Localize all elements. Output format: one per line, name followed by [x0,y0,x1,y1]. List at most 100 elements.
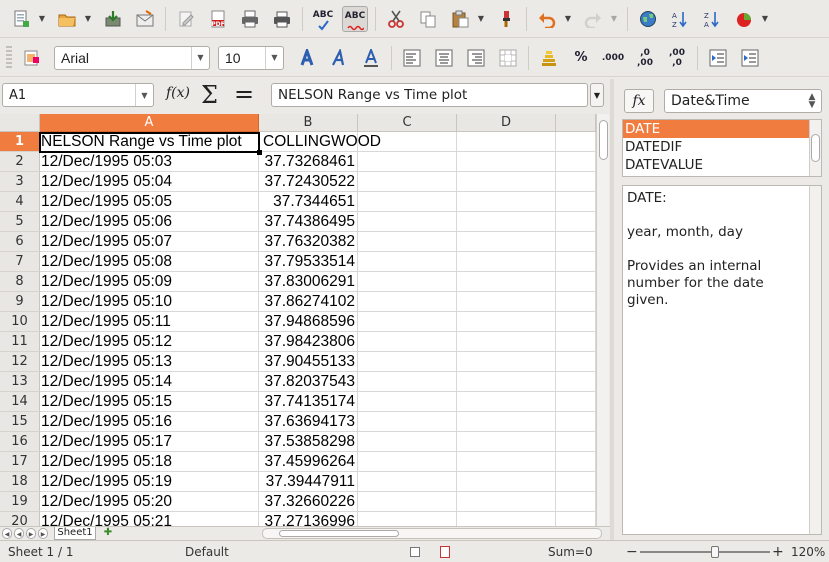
cell-e[interactable] [556,412,596,432]
align-center-icon[interactable] [431,45,457,71]
cell-d[interactable] [457,132,556,152]
cell-b[interactable]: 37.79533514 [259,252,358,272]
cell-e[interactable] [556,312,596,332]
row-header[interactable]: 10 [0,312,40,332]
cell-a[interactable]: 12/Dec/1995 05:03 [40,152,259,172]
cell-c[interactable] [358,472,457,492]
zoom-slider-thumb[interactable] [711,546,719,558]
cell-b[interactable]: 37.98423806 [259,332,358,352]
cell-d[interactable] [457,172,556,192]
cell-e[interactable] [556,452,596,472]
zoom-slider[interactable] [640,551,770,553]
increase-indent-icon[interactable] [737,45,763,71]
description-scrollbar[interactable] [809,186,821,534]
function-list-scrollbar[interactable] [809,120,821,176]
cell-a[interactable]: 12/Dec/1995 05:04 [40,172,259,192]
select-all-corner[interactable] [0,114,40,132]
send-email-icon[interactable] [132,6,158,32]
font-size-select[interactable]: 10 ▼ [218,45,284,70]
currency-icon[interactable] [536,45,562,71]
cell-c[interactable] [358,312,457,332]
cell-a[interactable]: 12/Dec/1995 05:14 [40,372,259,392]
undo-icon[interactable] [534,6,560,32]
delete-decimal-button[interactable]: ,00 ,0 [664,45,690,71]
chart-icon[interactable] [731,6,757,32]
align-right-icon[interactable] [463,45,489,71]
cell-b[interactable]: 37.76320382 [259,232,358,252]
copy-icon[interactable] [415,6,441,32]
name-box[interactable]: A1 ▼ [2,83,154,107]
row-header[interactable]: 8 [0,272,40,292]
row-header[interactable]: 6 [0,232,40,252]
row-header[interactable]: 3 [0,172,40,192]
first-sheet-icon[interactable]: ◀ [2,528,12,539]
cell-e[interactable] [556,332,596,352]
cell-e[interactable] [556,292,596,312]
next-sheet-icon[interactable]: ▶ [26,528,36,539]
print-icon[interactable] [237,6,263,32]
clone-formatting-icon[interactable] [493,6,519,32]
cell-b[interactable]: 37.39447911 [259,472,358,492]
cell-b[interactable]: 37.83006291 [259,272,358,292]
cell-c[interactable] [358,492,457,512]
cell-a[interactable]: 12/Dec/1995 05:16 [40,412,259,432]
cell-d[interactable] [457,152,556,172]
cell-a[interactable]: 12/Dec/1995 05:11 [40,312,259,332]
horizontal-scrollbar-thumb[interactable] [279,530,399,537]
cell-d[interactable] [457,232,556,252]
cut-icon[interactable] [383,6,409,32]
undo-dropdown-chevron-icon[interactable]: ▼ [563,14,573,24]
cell-e[interactable] [556,252,596,272]
cell-e[interactable] [556,172,596,192]
cell-e[interactable] [556,192,596,212]
cell-d[interactable] [457,452,556,472]
row-header[interactable]: 19 [0,492,40,512]
cell-d[interactable] [457,492,556,512]
cell-d[interactable] [457,472,556,492]
cell-c[interactable] [358,512,457,526]
cell-a[interactable]: 12/Dec/1995 05:21 [40,512,259,526]
last-sheet-icon[interactable]: ▶ [38,528,48,539]
cell-d[interactable] [457,432,556,452]
document-modified-icon[interactable] [440,546,450,558]
cell-d[interactable] [457,412,556,432]
row-header[interactable]: 20 [0,512,40,526]
italic-icon[interactable] [326,45,352,71]
cell-b[interactable]: 37.86274102 [259,292,358,312]
cell-b[interactable]: 37.94868596 [259,312,358,332]
export-pdf-icon[interactable]: PDF [205,6,231,32]
cell-a[interactable]: 12/Dec/1995 05:15 [40,392,259,412]
cell-e[interactable] [556,492,596,512]
cell-a[interactable]: 12/Dec/1995 05:06 [40,212,259,232]
function-category-select[interactable]: Date&Time ▲ ▼ [664,89,822,113]
row-header[interactable]: 11 [0,332,40,352]
function-list-scrollbar-thumb[interactable] [811,134,820,162]
column-header-e[interactable] [556,114,596,132]
cell-a[interactable]: 12/Dec/1995 05:18 [40,452,259,472]
cell-a[interactable]: 12/Dec/1995 05:12 [40,332,259,352]
cell-b[interactable]: 37.32660226 [259,492,358,512]
sort-ascending-icon[interactable]: AZ [667,6,693,32]
cell-c[interactable] [358,152,457,172]
cell-b[interactable]: 37.7344651 [259,192,358,212]
zoom-out-button[interactable]: − [626,541,638,562]
cell-a[interactable]: 12/Dec/1995 05:09 [40,272,259,292]
formula-input[interactable]: NELSON Range vs Time plot [271,83,588,107]
row-header[interactable]: 7 [0,252,40,272]
cell-c[interactable] [358,172,457,192]
row-header[interactable]: 13 [0,372,40,392]
cell-e[interactable] [556,352,596,372]
prev-sheet-icon[interactable]: ◀ [14,528,24,539]
column-header-b[interactable]: B [259,114,358,132]
cell-a[interactable]: NELSON Range vs Time plot [40,132,259,152]
cell-a[interactable]: 12/Dec/1995 05:19 [40,472,259,492]
cell-d[interactable] [457,192,556,212]
chart-dropdown-chevron-icon[interactable]: ▼ [760,14,770,24]
cell-d[interactable] [457,352,556,372]
function-list-item[interactable]: DATEVALUE [623,156,821,174]
cell-c[interactable] [358,392,457,412]
align-left-icon[interactable] [399,45,425,71]
cell-e[interactable] [556,272,596,292]
cell-e[interactable] [556,372,596,392]
cell-a[interactable]: 12/Dec/1995 05:13 [40,352,259,372]
